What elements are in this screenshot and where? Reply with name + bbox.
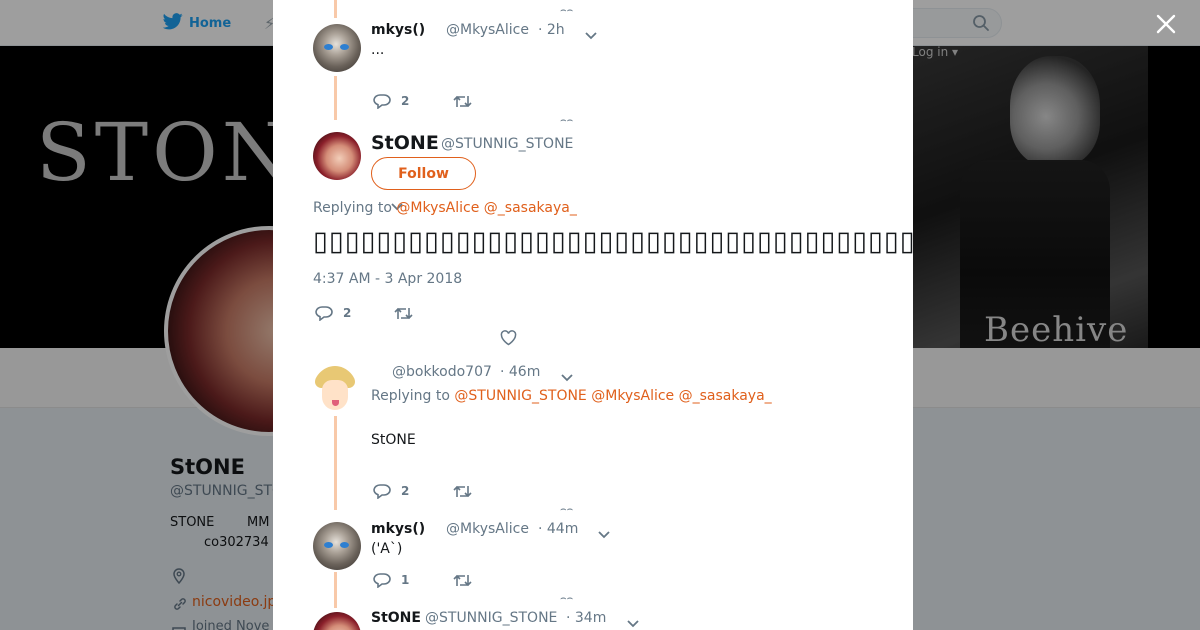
reply-count: 1 <box>401 573 410 587</box>
chevron-down-icon[interactable] <box>626 614 640 630</box>
avatar[interactable] <box>313 24 361 72</box>
mention-link[interactable]: @MkysAlice <box>396 200 479 216</box>
reply-icon <box>315 306 333 321</box>
chevron-down-icon[interactable] <box>597 525 611 544</box>
close-icon <box>1156 14 1176 34</box>
tweet-author-handle[interactable]: @bokkodo707 <box>392 364 492 380</box>
avatar[interactable] <box>313 612 361 630</box>
replying-to: Replying to @MkysAlice @_sasakaya_ <box>313 200 577 216</box>
avatar-eye <box>340 44 349 50</box>
reply-button[interactable]: 1 <box>373 572 409 588</box>
thread-line <box>334 416 337 510</box>
tweet-author-handle[interactable]: @STUNNIG_STONE <box>441 136 573 152</box>
avatar[interactable] <box>313 132 361 180</box>
thread-connector: ⌢⌢ <box>560 5 574 16</box>
mention-link[interactable]: @MkysAlice <box>591 388 674 404</box>
thread-line <box>334 0 337 18</box>
reply-count: 2 <box>401 94 410 108</box>
chevron-down-icon[interactable] <box>560 368 574 387</box>
like-icon <box>500 330 517 346</box>
close-button[interactable] <box>1154 12 1178 36</box>
tweet-author-name[interactable]: mkys() <box>371 22 425 38</box>
tweet-author-name[interactable]: StONE <box>371 132 439 154</box>
tweet-timestamp[interactable]: · 46m <box>500 364 540 380</box>
retweet-icon <box>453 485 472 498</box>
tweet-author-name[interactable]: mkys() <box>371 521 425 537</box>
retweet-button[interactable] <box>453 573 472 588</box>
tweet-text: ('A`) <box>371 541 403 557</box>
reply-button[interactable]: 2 <box>373 93 409 109</box>
reply-button[interactable]: 2 <box>373 483 409 499</box>
avatar[interactable] <box>313 522 361 570</box>
chevron-down-icon[interactable] <box>584 26 598 45</box>
tweet-author-name[interactable]: StONE <box>371 610 421 626</box>
thread-line <box>334 76 337 120</box>
reply-icon <box>373 573 391 588</box>
replying-to-label: Replying to <box>313 200 392 216</box>
retweet-icon <box>394 307 413 320</box>
reply-icon <box>373 94 391 109</box>
tweet-date[interactable]: 4:37 AM - 3 Apr 2018 <box>313 271 462 287</box>
retweet-button[interactable] <box>394 306 413 321</box>
reply-button[interactable]: 2 <box>315 305 351 321</box>
retweet-button[interactable] <box>453 484 472 499</box>
tweet-timestamp[interactable]: · 44m <box>538 521 578 537</box>
thread-line <box>334 572 337 608</box>
avatar[interactable] <box>313 366 357 414</box>
tweet-author-handle[interactable]: @STUNNIG_STONE <box>425 610 557 626</box>
reply-count: 2 <box>343 306 352 320</box>
tweet-text: StONE <box>371 432 416 448</box>
reply-icon <box>373 484 391 499</box>
tweet-author-handle[interactable]: @MkysAlice <box>446 22 529 38</box>
avatar-eye <box>340 542 349 548</box>
replying-to: Replying to @STUNNIG_STONE @MkysAlice @_… <box>371 388 772 404</box>
thread-connector: ⌢⌢ <box>560 115 574 126</box>
tweet-timestamp[interactable]: · 34m <box>566 610 606 626</box>
tweet-text: ▯▯▯▯▯▯▯▯▯▯▯▯▯▯▯▯▯▯▯▯▯▯▯▯▯▯▯▯▯▯▯▯▯▯▯▯▯▯▯▯… <box>313 226 913 257</box>
mention-link[interactable]: @STUNNIG_STONE <box>454 388 586 404</box>
tweet-text: ... <box>371 42 385 58</box>
avatar-eye <box>324 44 333 50</box>
thread-connector: ⌢⌢ <box>560 593 574 604</box>
mention-link[interactable]: @_sasakaya_ <box>484 200 577 216</box>
tweet-detail-modal: ⌢⌢ mkys() @MkysAlice · 2h ... 2 ⌢⌢ StONE… <box>273 0 913 630</box>
tweet-timestamp[interactable]: · 2h <box>538 22 565 38</box>
retweet-button[interactable] <box>453 94 472 109</box>
avatar-eye <box>324 542 333 548</box>
tweet-author-handle[interactable]: @MkysAlice <box>446 521 529 537</box>
follow-button[interactable]: Follow <box>371 157 476 190</box>
like-button[interactable] <box>500 330 517 346</box>
reply-count: 2 <box>401 484 410 498</box>
replying-to-label: Replying to <box>371 388 450 404</box>
thread-connector: ⌢⌢ <box>560 504 574 515</box>
retweet-icon <box>453 95 472 108</box>
retweet-icon <box>453 574 472 587</box>
mention-link[interactable]: @_sasakaya_ <box>679 388 772 404</box>
